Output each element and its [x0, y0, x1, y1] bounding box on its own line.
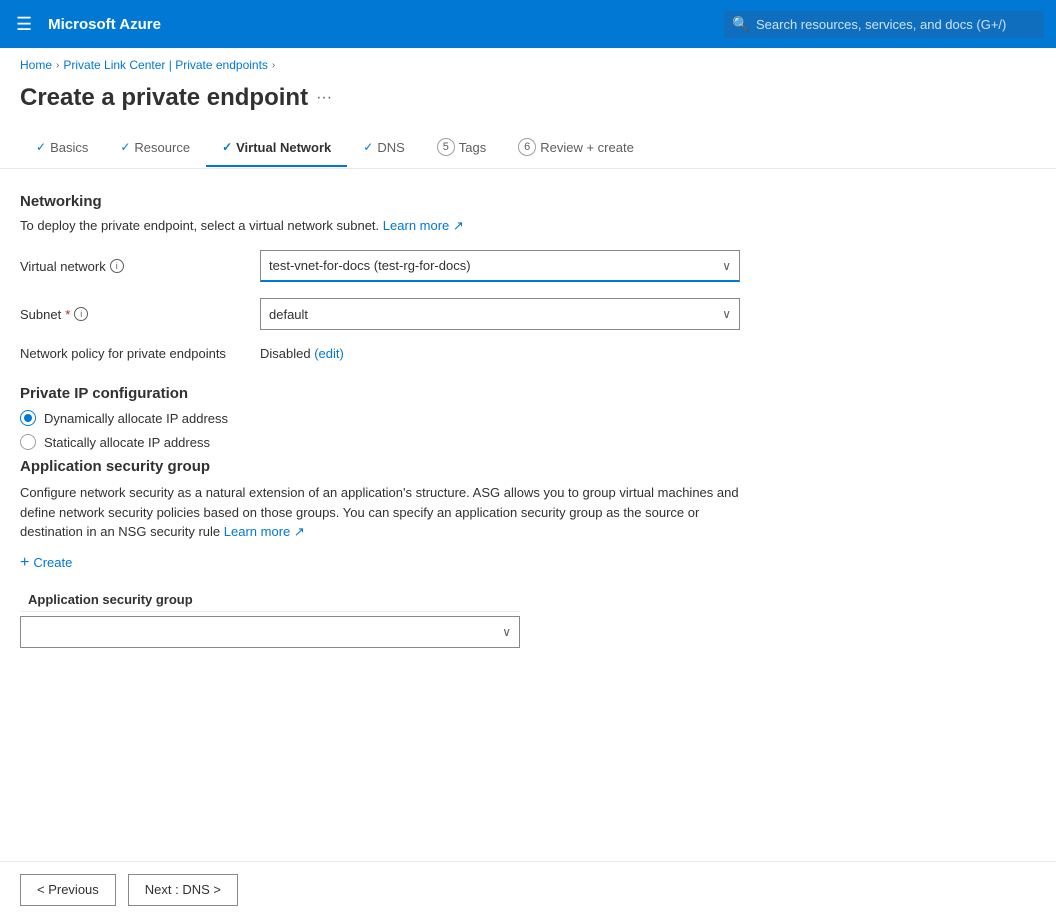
asg-dropdown-arrow-icon: ∨	[502, 625, 511, 639]
radio-dynamic[interactable]: Dynamically allocate IP address	[20, 410, 880, 426]
tab-basics-check: ✓	[36, 140, 46, 154]
virtual-network-info-icon[interactable]: i	[110, 259, 124, 273]
virtual-network-dropdown[interactable]: test-vnet-for-docs (test-rg-for-docs) ∨	[260, 250, 740, 282]
tab-tags-num: 5	[437, 138, 455, 156]
tab-dns-label: DNS	[377, 140, 404, 155]
tabs-bar: ✓ Basics ✓ Resource ✓ Virtual Network ✓ …	[0, 128, 1056, 169]
subnet-label: Subnet * i	[20, 307, 260, 322]
networking-desc: To deploy the private endpoint, select a…	[20, 218, 880, 234]
tab-virtual-network[interactable]: ✓ Virtual Network	[206, 130, 347, 167]
tab-dns-check: ✓	[363, 140, 373, 154]
radio-static-label: Statically allocate IP address	[44, 435, 210, 450]
page-title: Create a private endpoint	[20, 84, 308, 112]
subnet-row: Subnet * i default ∨	[20, 298, 880, 330]
radio-group: Dynamically allocate IP address Statical…	[20, 410, 880, 450]
subnet-dropdown[interactable]: default ∨	[260, 298, 740, 330]
hamburger-icon[interactable]: ☰	[12, 10, 36, 39]
networking-section-title: Networking	[20, 193, 880, 210]
tab-review-num: 6	[518, 138, 536, 156]
asg-create-button[interactable]: + Create	[20, 554, 72, 572]
radio-dynamic-dot	[24, 414, 32, 422]
previous-button[interactable]: < Previous	[20, 874, 116, 906]
topbar: ☰ Microsoft Azure 🔍	[0, 0, 1056, 48]
tab-resource-check: ✓	[120, 140, 130, 154]
breadcrumb-home[interactable]: Home	[20, 58, 52, 72]
virtual-network-label: Virtual network i	[20, 259, 260, 274]
subnet-arrow-icon: ∨	[722, 307, 731, 321]
virtual-network-arrow-icon: ∨	[722, 259, 731, 273]
tab-resource[interactable]: ✓ Resource	[104, 130, 206, 167]
tab-review-create-label: Review + create	[540, 140, 634, 155]
page-options-icon[interactable]: ···	[316, 89, 332, 107]
tab-tags-label: Tags	[459, 140, 486, 155]
page-title-area: Create a private endpoint ···	[0, 76, 1056, 128]
plus-icon: +	[20, 554, 29, 572]
asg-table-header: Application security group	[20, 588, 520, 612]
network-policy-value: Disabled (edit)	[260, 346, 344, 361]
asg-dropdown[interactable]: ∨	[20, 616, 520, 648]
tab-tags[interactable]: 5 Tags	[421, 128, 502, 168]
next-button[interactable]: Next : DNS >	[128, 874, 238, 906]
asg-section-title: Application security group	[20, 458, 880, 475]
main-content: Networking To deploy the private endpoin…	[0, 169, 900, 680]
tab-dns[interactable]: ✓ DNS	[347, 130, 421, 167]
radio-static-circle	[20, 434, 36, 450]
tab-virtual-network-label: Virtual Network	[236, 140, 331, 155]
breadcrumb: Home › Private Link Center | Private end…	[0, 48, 1056, 76]
tab-review-create[interactable]: 6 Review + create	[502, 128, 650, 168]
app-title: Microsoft Azure	[48, 16, 712, 33]
subnet-value: default	[269, 307, 308, 322]
asg-learn-more-link[interactable]: Learn more ↗	[224, 524, 305, 539]
virtual-network-value: test-vnet-for-docs (test-rg-for-docs)	[269, 258, 471, 273]
search-icon: 🔍	[732, 16, 749, 33]
asg-create-label: Create	[33, 555, 72, 570]
asg-desc: Configure network security as a natural …	[20, 483, 740, 542]
bottom-bar: < Previous Next : DNS >	[0, 861, 1056, 917]
radio-dynamic-circle	[20, 410, 36, 426]
learn-more-link[interactable]: Learn more ↗	[383, 218, 464, 233]
radio-dynamic-label: Dynamically allocate IP address	[44, 411, 228, 426]
network-policy-label: Network policy for private endpoints	[20, 346, 260, 361]
radio-static[interactable]: Statically allocate IP address	[20, 434, 880, 450]
asg-section: Application security group Configure net…	[20, 458, 880, 648]
breadcrumb-sep2: ›	[272, 60, 275, 71]
network-policy-edit-link[interactable]: (edit)	[314, 346, 344, 361]
tab-resource-label: Resource	[134, 140, 190, 155]
private-ip-section-title: Private IP configuration	[20, 385, 880, 402]
search-input[interactable]	[724, 11, 1044, 38]
breadcrumb-sep1: ›	[56, 60, 59, 71]
tab-basics-label: Basics	[50, 140, 88, 155]
search-wrapper: 🔍	[724, 11, 1044, 38]
subnet-info-icon[interactable]: i	[74, 307, 88, 321]
network-policy-row: Network policy for private endpoints Dis…	[20, 346, 880, 361]
subnet-required: *	[65, 307, 70, 322]
tab-vnet-check: ✓	[222, 140, 232, 154]
tab-basics[interactable]: ✓ Basics	[20, 130, 104, 167]
virtual-network-row: Virtual network i test-vnet-for-docs (te…	[20, 250, 880, 282]
breadcrumb-private-link[interactable]: Private Link Center | Private endpoints	[63, 58, 268, 72]
